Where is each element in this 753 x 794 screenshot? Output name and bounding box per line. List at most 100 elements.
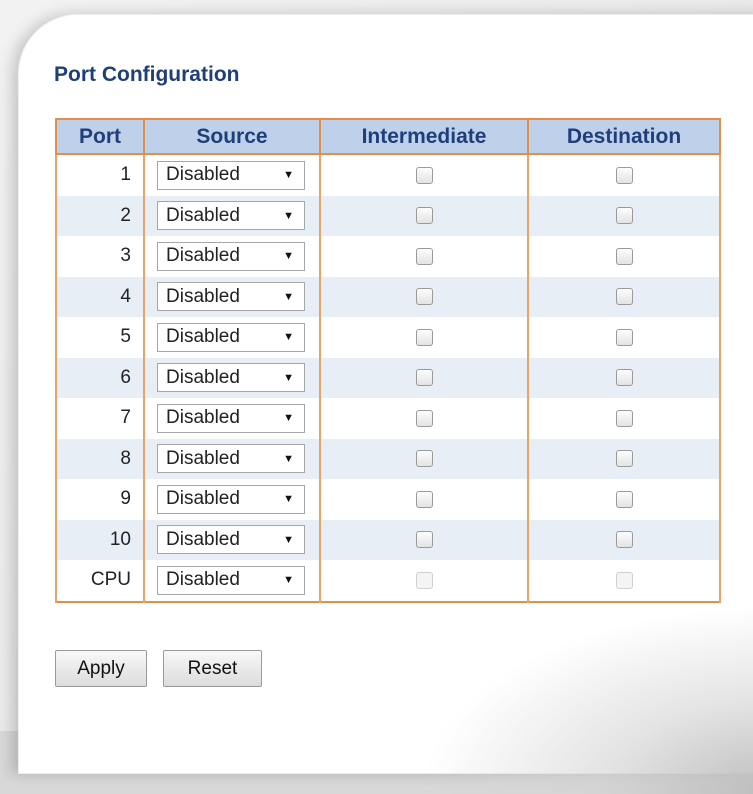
intermediate-cell [319, 317, 529, 358]
source-select[interactable]: Disabled ▼ [157, 363, 305, 393]
source-cell: Disabled ▼ [143, 479, 321, 520]
destination-checkbox[interactable] [615, 166, 633, 184]
chevron-down-icon: ▼ [283, 250, 294, 263]
col-header-port: Port [55, 118, 145, 155]
destination-cell [527, 195, 721, 236]
table-row: CPU Disabled ▼ [55, 560, 721, 602]
source-select-value: Disabled [166, 245, 240, 267]
source-cell: Disabled ▼ [143, 317, 321, 358]
source-cell: Disabled ▼ [143, 195, 321, 236]
reset-button[interactable]: Reset [163, 650, 262, 687]
table-row: 4 Disabled ▼ [55, 276, 721, 317]
destination-cell [527, 276, 721, 317]
chevron-down-icon: ▼ [283, 209, 294, 222]
destination-cell [527, 317, 721, 358]
source-select[interactable]: Disabled ▼ [157, 403, 305, 433]
intermediate-cell [319, 479, 529, 520]
intermediate-checkbox[interactable] [415, 288, 433, 306]
intermediate-checkbox[interactable] [415, 166, 433, 184]
intermediate-checkbox[interactable] [415, 207, 433, 225]
destination-cell [527, 398, 721, 439]
intermediate-cell [319, 154, 529, 196]
source-select[interactable]: Disabled ▼ [157, 525, 305, 555]
port-number: 10 [55, 519, 145, 560]
source-select[interactable]: Disabled ▼ [157, 565, 305, 595]
table-row: 9 Disabled ▼ [55, 479, 721, 520]
intermediate-checkbox[interactable] [415, 490, 433, 508]
screen-frame: Port Configuration Port Source Intermedi… [0, 0, 753, 794]
chevron-down-icon: ▼ [283, 412, 294, 425]
intermediate-cell [319, 195, 529, 236]
source-cell: Disabled ▼ [143, 560, 321, 602]
port-number: 9 [55, 479, 145, 520]
intermediate-checkbox[interactable] [415, 409, 433, 427]
chevron-down-icon: ▼ [283, 331, 294, 344]
destination-checkbox[interactable] [615, 450, 633, 468]
source-cell: Disabled ▼ [143, 519, 321, 560]
source-cell: Disabled ▼ [143, 357, 321, 398]
destination-checkbox[interactable] [615, 531, 633, 549]
source-select[interactable]: Disabled ▼ [157, 160, 305, 190]
source-select[interactable]: Disabled ▼ [157, 282, 305, 312]
port-number: 5 [55, 317, 145, 358]
apply-button[interactable]: Apply [55, 650, 147, 687]
table-row: 10 Disabled ▼ [55, 519, 721, 560]
intermediate-cell [319, 519, 529, 560]
destination-checkbox[interactable] [615, 207, 633, 225]
intermediate-cell [319, 236, 529, 277]
destination-checkbox[interactable] [615, 409, 633, 427]
port-number: CPU [55, 560, 145, 602]
destination-cell [527, 560, 721, 602]
port-number: 6 [55, 357, 145, 398]
port-number: 2 [55, 195, 145, 236]
destination-checkbox[interactable] [615, 247, 633, 265]
intermediate-checkbox[interactable] [415, 369, 433, 387]
intermediate-cell [319, 438, 529, 479]
chevron-down-icon: ▼ [283, 493, 294, 506]
destination-checkbox[interactable] [615, 369, 633, 387]
chevron-down-icon: ▼ [283, 371, 294, 384]
destination-checkbox[interactable] [615, 328, 633, 346]
source-select[interactable]: Disabled ▼ [157, 201, 305, 231]
source-select-value: Disabled [166, 488, 240, 510]
intermediate-checkbox[interactable] [415, 247, 433, 265]
destination-cell [527, 236, 721, 277]
table-row: 3 Disabled ▼ [55, 236, 721, 277]
port-number: 7 [55, 398, 145, 439]
panel-shadow [418, 604, 753, 794]
page-title: Port Configuration [54, 63, 240, 86]
intermediate-checkbox[interactable] [415, 328, 433, 346]
source-select-value: Disabled [166, 285, 240, 307]
intermediate-checkbox[interactable] [415, 450, 433, 468]
chevron-down-icon: ▼ [283, 533, 294, 546]
destination-cell [527, 479, 721, 520]
destination-cell [527, 154, 721, 196]
source-select-value: Disabled [166, 326, 240, 348]
port-number: 8 [55, 438, 145, 479]
col-header-destination: Destination [527, 118, 721, 155]
source-select[interactable]: Disabled ▼ [157, 484, 305, 514]
source-select-value: Disabled [166, 366, 240, 388]
col-header-intermediate: Intermediate [319, 118, 529, 155]
source-select-value: Disabled [166, 407, 240, 429]
source-select[interactable]: Disabled ▼ [157, 241, 305, 271]
destination-checkbox[interactable] [615, 288, 633, 306]
source-select[interactable]: Disabled ▼ [157, 444, 305, 474]
intermediate-checkbox[interactable] [415, 531, 433, 549]
source-cell: Disabled ▼ [143, 154, 321, 196]
port-config-table: Port Source Intermediate Destination 1 Di… [55, 118, 721, 603]
source-cell: Disabled ▼ [143, 236, 321, 277]
intermediate-cell [319, 398, 529, 439]
col-header-source: Source [143, 118, 321, 155]
destination-cell [527, 357, 721, 398]
table-row: 6 Disabled ▼ [55, 357, 721, 398]
source-select-value: Disabled [166, 447, 240, 469]
chevron-down-icon: ▼ [283, 169, 294, 182]
chevron-down-icon: ▼ [283, 290, 294, 303]
destination-checkbox[interactable] [615, 490, 633, 508]
port-number: 4 [55, 276, 145, 317]
table-row: 2 Disabled ▼ [55, 195, 721, 236]
destination-checkbox [615, 571, 633, 589]
destination-cell [527, 519, 721, 560]
source-select[interactable]: Disabled ▼ [157, 322, 305, 352]
